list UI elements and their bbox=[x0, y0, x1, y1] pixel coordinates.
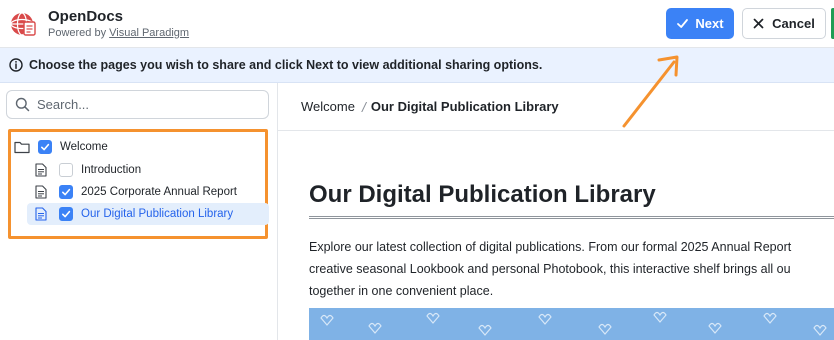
checkbox-annual-report[interactable] bbox=[59, 185, 73, 199]
next-button[interactable]: Next bbox=[666, 8, 734, 39]
next-button-label: Next bbox=[695, 16, 724, 31]
search-placeholder: Search... bbox=[37, 97, 90, 112]
powered-by-text: Powered by Visual Paradigm bbox=[48, 27, 189, 39]
tree-item-introduction[interactable]: Introduction bbox=[32, 159, 268, 181]
document-body: Explore our latest collection of digital… bbox=[309, 236, 834, 302]
body-line: together in one convenient place. bbox=[309, 284, 494, 298]
annotation-arrow bbox=[622, 55, 679, 128]
page-icon bbox=[35, 185, 47, 199]
checkbox-introduction[interactable] bbox=[59, 163, 73, 177]
tree-item-publication-library[interactable]: Our Digital Publication Library bbox=[27, 203, 269, 225]
check-icon bbox=[61, 210, 71, 218]
search-input[interactable]: Search... bbox=[6, 90, 269, 119]
info-banner-text: Choose the pages you wish to share and c… bbox=[29, 58, 543, 72]
app-title: OpenDocs bbox=[48, 8, 124, 25]
cancel-button-label: Cancel bbox=[772, 16, 815, 31]
breadcrumb-parent[interactable]: Welcome bbox=[301, 99, 355, 114]
cancel-button[interactable]: Cancel bbox=[742, 8, 826, 39]
breadcrumb-current: Our Digital Publication Library bbox=[370, 99, 559, 114]
check-icon bbox=[40, 143, 50, 151]
page-preview: Welcome / Our Digital Publication Librar… bbox=[278, 83, 834, 340]
search-icon bbox=[15, 97, 30, 112]
page-icon bbox=[35, 163, 47, 177]
document-title: Our Digital Publication Library bbox=[309, 181, 656, 208]
checkbox-welcome[interactable] bbox=[38, 140, 52, 154]
page-icon bbox=[35, 207, 47, 221]
folder-icon bbox=[14, 141, 30, 154]
breadcrumb-separator: / bbox=[361, 98, 366, 115]
page-selector-sidebar: Search... Welcome Introduction 2025 Corp… bbox=[0, 83, 278, 340]
body-line: Explore our latest collection of digital… bbox=[309, 240, 792, 254]
check-icon bbox=[61, 188, 71, 196]
title-divider bbox=[309, 216, 834, 219]
close-icon bbox=[753, 18, 764, 29]
body-line: creative seasonal Lookbook and personal … bbox=[309, 262, 791, 276]
tree-item-annual-report[interactable]: 2025 Corporate Annual Report bbox=[32, 181, 268, 203]
tree-item-welcome[interactable]: Welcome bbox=[14, 136, 264, 158]
check-icon bbox=[677, 19, 689, 28]
tree-item-label: Introduction bbox=[81, 164, 142, 176]
breadcrumb: Welcome / Our Digital Publication Librar… bbox=[278, 83, 834, 131]
info-banner: Choose the pages you wish to share and c… bbox=[0, 48, 834, 83]
info-icon bbox=[9, 58, 23, 72]
tree-item-label: Our Digital Publication Library bbox=[81, 208, 234, 220]
publication-cover-image bbox=[309, 308, 834, 340]
tree-item-label: 2025 Corporate Annual Report bbox=[81, 186, 237, 198]
powered-by-prefix: Powered by bbox=[48, 27, 107, 39]
app-header: OpenDocs Powered by Visual Paradigm Next… bbox=[0, 0, 834, 48]
tree-item-label: Welcome bbox=[60, 141, 108, 153]
visual-paradigm-link[interactable]: Visual Paradigm bbox=[109, 27, 189, 39]
checkbox-publication-library[interactable] bbox=[59, 207, 73, 221]
opendocs-logo-icon bbox=[10, 12, 36, 36]
